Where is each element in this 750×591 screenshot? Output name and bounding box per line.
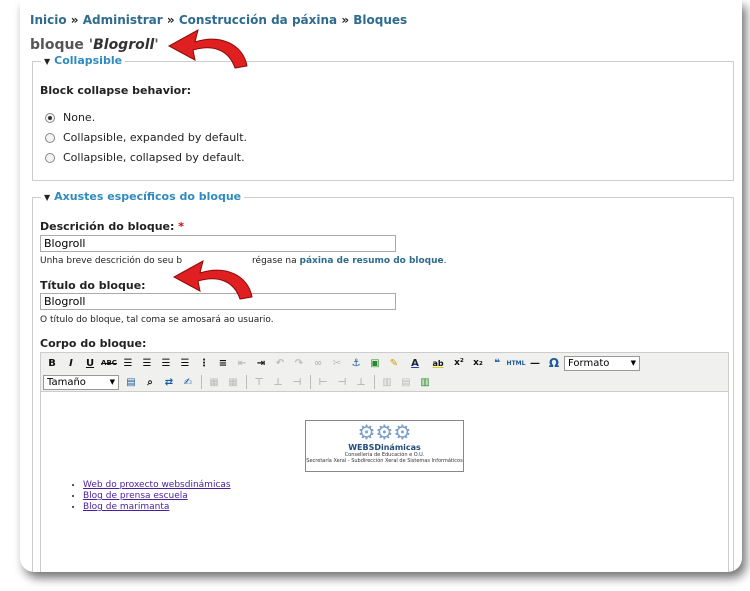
link-prensa-escuela[interactable]: Blog de prensa escuela: [83, 491, 188, 501]
media-icon[interactable]: ▥: [416, 374, 434, 390]
body-label: Corpo do bloque:: [40, 337, 147, 350]
highlight-button[interactable]: ab: [427, 355, 449, 371]
breadcrumb-administrar[interactable]: Administrar: [83, 13, 163, 27]
description-input[interactable]: Blogroll: [40, 235, 396, 252]
breadcrumb-construccion[interactable]: Construcción da páxina: [179, 13, 337, 27]
insert-row-after-icon[interactable]: ⊥: [269, 374, 287, 390]
outdent-icon[interactable]: ⇤: [233, 355, 251, 371]
radio-unchecked-icon: [45, 152, 55, 163]
insert-row-before-icon[interactable]: ⊤: [250, 374, 268, 390]
page-title: bloque 'Blogroll': [30, 37, 159, 53]
bold-button[interactable]: B: [43, 355, 61, 371]
size-select[interactable]: Tamaño ▼: [43, 374, 119, 390]
delete-col-icon[interactable]: ⊥: [352, 374, 370, 390]
breadcrumb-inicio[interactable]: Inicio: [30, 13, 67, 27]
undo-icon[interactable]: ↶: [271, 355, 289, 371]
radio-collapsed[interactable]: Collapsible, collapsed by default.: [45, 151, 245, 164]
anchor-icon[interactable]: ⚓: [347, 355, 365, 371]
replace-icon[interactable]: ⇄: [160, 374, 178, 390]
special-char-button[interactable]: Ω: [545, 355, 563, 371]
insert-col-before-icon[interactable]: ⊢: [314, 374, 332, 390]
unlink-icon[interactable]: ✂: [328, 355, 346, 371]
delete-row-icon[interactable]: ⊣: [288, 374, 306, 390]
blogroll-list: Web do proxecto websdinámicas Blog de pr…: [71, 480, 231, 513]
collapse-triangle-icon: ▼: [44, 193, 51, 202]
collapsible-legend[interactable]: ▼ Collapsible: [41, 54, 126, 67]
bullet-list-icon[interactable]: ⋮: [195, 355, 213, 371]
align-right-icon[interactable]: ☰: [157, 355, 175, 371]
toolbar-separator: [246, 375, 247, 389]
align-center-icon[interactable]: ☰: [138, 355, 156, 371]
split-cells-icon[interactable]: ▥: [378, 374, 396, 390]
radio-expanded[interactable]: Collapsible, expanded by default.: [45, 131, 247, 144]
editor-toolbar: B I U ABC ☰ ☰ ☰ ☰ ⋮ ≡ ⇤ ⇥ ↶ ↷ ∞ ✂ ⚓ ▣ ✎ …: [40, 352, 729, 392]
hr-icon[interactable]: —: [526, 355, 544, 371]
title-label: Título do bloque:: [40, 279, 146, 292]
breadcrumb-bloques[interactable]: Bloques: [353, 13, 407, 27]
dropdown-arrow-icon: ▼: [630, 359, 636, 367]
quote-icon[interactable]: ❝: [488, 355, 506, 371]
superscript-button[interactable]: x²: [450, 355, 468, 371]
dropdown-arrow-icon: ▼: [109, 378, 115, 386]
breadcrumb: Inicio » Administrar » Construcción da p…: [30, 13, 408, 27]
strikethrough-button[interactable]: ABC: [100, 355, 118, 371]
align-left-icon[interactable]: ☰: [119, 355, 137, 371]
list-item: Blog de prensa escuela: [83, 491, 231, 502]
redo-icon[interactable]: ↷: [290, 355, 308, 371]
red-arrow-icon: [172, 260, 253, 300]
toolbar-row-1: B I U ABC ☰ ☰ ☰ ☰ ⋮ ≡ ⇤ ⇥ ↶ ↷ ∞ ✂ ⚓ ▣ ✎ …: [43, 354, 640, 372]
radio-none[interactable]: None.: [45, 111, 95, 124]
list-item: Web do proxecto websdinámicas: [83, 480, 231, 491]
toolbar-separator: [201, 375, 202, 389]
edit-icon[interactable]: ✍: [179, 374, 197, 390]
source-icon[interactable]: ▤: [122, 374, 140, 390]
settings-legend[interactable]: ▼ Axustes específicos do bloque: [41, 190, 245, 203]
text-color-button[interactable]: A: [404, 355, 426, 371]
link-icon[interactable]: ∞: [309, 355, 327, 371]
toolbar-row-2: Tamaño ▼ ▤ ⌕ ⇄ ✍ ▦ ▦ ⊤ ⊥ ⊣ ⊢ ⊣ ⊥ ▥ ▤ ▥: [43, 373, 435, 391]
link-marimanta[interactable]: Blog de marimanta: [83, 502, 169, 512]
required-mark: *: [178, 220, 184, 233]
format-select[interactable]: Formato ▼: [564, 355, 640, 371]
cell-props-icon[interactable]: ▦: [224, 374, 242, 390]
list-item: Blog de marimanta: [83, 502, 231, 513]
link-websdinamicas[interactable]: Web do proxecto websdinámicas: [83, 480, 231, 490]
collapse-behavior-label: Block collapse behavior:: [40, 84, 192, 97]
cleanup-icon[interactable]: ✎: [385, 355, 403, 371]
block-summary-link[interactable]: páxina de resumo do bloque: [300, 256, 444, 266]
find-icon[interactable]: ⌕: [141, 374, 159, 390]
table-props-icon[interactable]: ▦: [205, 374, 223, 390]
websdinamicas-logo: ⚙⚙⚙ WEBSDinámicas Consellería de Educaci…: [305, 420, 464, 472]
collapse-triangle-icon: ▼: [44, 57, 51, 66]
underline-button[interactable]: U: [81, 355, 99, 371]
radio-unchecked-icon: [45, 132, 55, 143]
block-settings-fieldset: ▼ Axustes específicos do bloque Descrició…: [32, 190, 734, 572]
description-label: Descrición do bloque: *: [40, 220, 184, 233]
indent-icon[interactable]: ⇥: [252, 355, 270, 371]
gears-icon: ⚙⚙⚙: [357, 420, 412, 444]
title-help: O título do bloque, tal coma se amosará …: [40, 315, 274, 325]
merge-cells-icon[interactable]: ▤: [397, 374, 415, 390]
italic-button[interactable]: I: [62, 355, 80, 371]
html-button[interactable]: HTML: [507, 355, 526, 371]
collapsible-fieldset: ▼ Collapsible Block collapse behavior: No…: [32, 54, 734, 181]
subscript-button[interactable]: x₂: [469, 355, 487, 371]
image-icon[interactable]: ▣: [366, 355, 384, 371]
number-list-icon[interactable]: ≡: [214, 355, 232, 371]
justify-icon[interactable]: ☰: [176, 355, 194, 371]
page-frame: Inicio » Administrar » Construcción da p…: [20, 0, 742, 572]
radio-checked-icon: [45, 112, 55, 123]
insert-col-after-icon[interactable]: ⊣: [333, 374, 351, 390]
red-arrow-icon: [167, 29, 248, 69]
editor-content[interactable]: ⚙⚙⚙ WEBSDinámicas Consellería de Educaci…: [40, 391, 729, 572]
toolbar-separator: [374, 375, 375, 389]
toolbar-separator: [310, 375, 311, 389]
